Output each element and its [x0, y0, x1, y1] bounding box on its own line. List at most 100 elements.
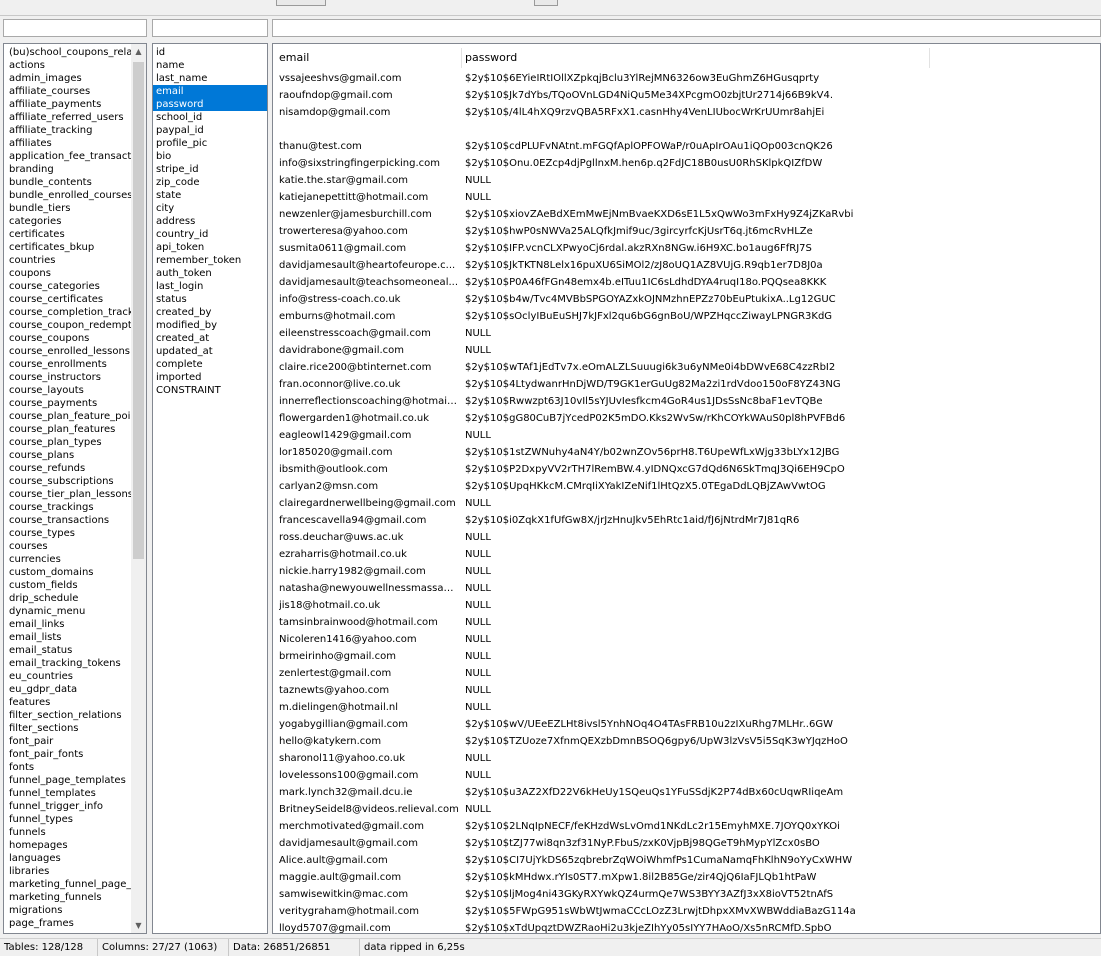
- column-list-item[interactable]: name: [153, 59, 267, 72]
- table-list-item[interactable]: bundle_tiers: [4, 202, 133, 215]
- email-cell[interactable]: taznewts@yahoo.com: [279, 682, 459, 699]
- email-cell[interactable]: natasha@newyouwellnessmassag...: [279, 580, 459, 597]
- email-cell[interactable]: lovelessons100@gmail.com: [279, 767, 459, 784]
- password-cell[interactable]: NULL: [465, 699, 1100, 716]
- password-cell[interactable]: NULL: [465, 597, 1100, 614]
- password-cell[interactable]: NULL: [465, 750, 1100, 767]
- column-list-item[interactable]: last_login: [153, 280, 267, 293]
- table-list-item[interactable]: features: [4, 696, 133, 709]
- table-list-item[interactable]: course_certificates: [4, 293, 133, 306]
- password-cell[interactable]: NULL: [465, 427, 1100, 444]
- table-list-item[interactable]: marketing_funnels: [4, 891, 133, 904]
- column-list-item[interactable]: api_token: [153, 241, 267, 254]
- password-cell[interactable]: $2y$10$gG80CuB7jYcedP02K5mDO.Kks2WvSw/rK…: [465, 410, 1100, 427]
- table-list-item[interactable]: (bu)school_coupons_relat: [4, 46, 133, 59]
- toolbar-button[interactable]: [276, 0, 326, 6]
- password-cell[interactable]: $2y$10$IFP.vcnCLXPwyoCj6rdal.akzRXn8NGw.…: [465, 240, 1100, 257]
- table-list-item[interactable]: affiliate_payments: [4, 98, 133, 111]
- password-cell[interactable]: $2y$10$TZUoze7XfnmQEXzbDmnBSOQ6gpy6/UpW3…: [465, 733, 1100, 750]
- password-cell[interactable]: $2y$10$hwP0sNWVa25ALQfkJmif9uc/3gircyrfc…: [465, 223, 1100, 240]
- column-list-item[interactable]: profile_pic: [153, 137, 267, 150]
- table-list-item[interactable]: funnel_types: [4, 813, 133, 826]
- table-list-item[interactable]: affiliate_courses: [4, 85, 133, 98]
- column-list-item[interactable]: created_at: [153, 332, 267, 345]
- table-list-item[interactable]: course_layouts: [4, 384, 133, 397]
- table-list-item[interactable]: funnel_page_templates: [4, 774, 133, 787]
- email-cell[interactable]: Nicoleren1416@yahoo.com: [279, 631, 459, 648]
- table-list-item[interactable]: course_plan_features: [4, 423, 133, 436]
- table-list-item[interactable]: filter_section_relations: [4, 709, 133, 722]
- email-cell[interactable]: sharonol11@yahoo.co.uk: [279, 750, 459, 767]
- password-cell[interactable]: $2y$10$ljMog4ni43GKyRXYwkQZ4urmQe7WS3BYY…: [465, 886, 1100, 903]
- password-cell[interactable]: NULL: [465, 767, 1100, 784]
- column-list-item[interactable]: city: [153, 202, 267, 215]
- table-list-item[interactable]: custom_domains: [4, 566, 133, 579]
- table-list-item[interactable]: funnels: [4, 826, 133, 839]
- table-list-item[interactable]: languages: [4, 852, 133, 865]
- table-list-item[interactable]: page_frames: [4, 917, 133, 930]
- email-cell[interactable]: m.dielingen@hotmail.nl: [279, 699, 459, 716]
- table-list-item[interactable]: course_enrolled_lessons: [4, 345, 133, 358]
- table-list-item[interactable]: affiliates: [4, 137, 133, 150]
- password-cell[interactable]: $2y$10$cdPLUFvNAtnt.mFGQfAplOPFOWaP/r0uA…: [465, 138, 1100, 155]
- password-cell[interactable]: $2y$10$UpqHKkcM.CMrqIiXYakIZeNif1lHtQzX5…: [465, 478, 1100, 495]
- email-cell[interactable]: eagleowl1429@gmail.com: [279, 427, 459, 444]
- email-cell[interactable]: ibsmith@outlook.com: [279, 461, 459, 478]
- table-list-item[interactable]: funnel_trigger_info: [4, 800, 133, 813]
- email-cell[interactable]: vssajeeshvs@gmail.com: [279, 70, 459, 87]
- column-list-item[interactable]: password: [153, 98, 267, 111]
- data-filter-input[interactable]: [272, 19, 1101, 37]
- email-cell[interactable]: hello@katykern.com: [279, 733, 459, 750]
- email-cell[interactable]: lor185020@gmail.com: [279, 444, 459, 461]
- column-list-item[interactable]: complete: [153, 358, 267, 371]
- column-list-item[interactable]: modified_by: [153, 319, 267, 332]
- email-cell[interactable]: fran.oconnor@live.co.uk: [279, 376, 459, 393]
- email-cell[interactable]: thanu@test.com: [279, 138, 459, 155]
- table-list-item[interactable]: fonts: [4, 761, 133, 774]
- email-cell[interactable]: davidrabone@gmail.com: [279, 342, 459, 359]
- column-list-item[interactable]: email: [153, 85, 267, 98]
- email-cell[interactable]: info@sixstringfingerpicking.com: [279, 155, 459, 172]
- password-cell[interactable]: NULL: [465, 580, 1100, 597]
- column-list-item[interactable]: id: [153, 46, 267, 59]
- password-cell[interactable]: $2y$10$P0A46fFGn48emx4b.eITuu1IC6sLdhdDY…: [465, 274, 1100, 291]
- email-cell[interactable]: BritneySeidel8@videos.relieval.com: [279, 801, 459, 818]
- table-list-item[interactable]: bundle_enrolled_courses: [4, 189, 133, 202]
- table-list-item[interactable]: funnel_templates: [4, 787, 133, 800]
- table-list-item[interactable]: course_subscriptions: [4, 475, 133, 488]
- table-list-item[interactable]: application_fee_transacti: [4, 150, 133, 163]
- toolbar-button[interactable]: [534, 0, 558, 6]
- password-cell[interactable]: $2y$10$6EYieIRtIOllXZpkqjBclu3YlRejMN632…: [465, 70, 1100, 87]
- password-cell[interactable]: $2y$10$xiovZAeBdXEmMwEjNmBvaeKXD6sE1L5xQ…: [465, 206, 1100, 223]
- password-cell[interactable]: NULL: [465, 172, 1100, 189]
- password-cell[interactable]: $2y$10$u3AZ2XfD22V6kHeUy1SQeuQs1YFuSSdjK…: [465, 784, 1100, 801]
- email-cell[interactable]: flowergarden1@hotmail.co.uk: [279, 410, 459, 427]
- table-list-item[interactable]: course_completion_trackir: [4, 306, 133, 319]
- table-list-item[interactable]: course_instructors: [4, 371, 133, 384]
- table-list-item[interactable]: course_coupon_redemptic: [4, 319, 133, 332]
- email-cell[interactable]: clairegardnerwellbeing@gmail.com: [279, 495, 459, 512]
- table-list-item[interactable]: currencies: [4, 553, 133, 566]
- password-cell[interactable]: NULL: [465, 546, 1100, 563]
- column-list-item[interactable]: imported: [153, 371, 267, 384]
- email-cell[interactable]: brmeirinho@gmail.com: [279, 648, 459, 665]
- password-cell[interactable]: $2y$10$2LNqIpNECF/feKHzdWsLvOmd1NKdLc2r1…: [465, 818, 1100, 835]
- column-list-item[interactable]: created_by: [153, 306, 267, 319]
- table-list-item[interactable]: categories: [4, 215, 133, 228]
- table-list-item[interactable]: course_plans: [4, 449, 133, 462]
- table-list-item[interactable]: actions: [4, 59, 133, 72]
- email-cell[interactable]: francescavella94@gmail.com: [279, 512, 459, 529]
- password-cell[interactable]: NULL: [465, 563, 1100, 580]
- table-list-item[interactable]: branding: [4, 163, 133, 176]
- password-cell[interactable]: $2y$10$/4lL4hXQ9rzvQBA5RFxX1.casnHhy4Ven…: [465, 104, 1100, 121]
- email-cell[interactable]: davidjamesault@teachsomeoneal...: [279, 274, 459, 291]
- table-list-item[interactable]: homepages: [4, 839, 133, 852]
- email-cell[interactable]: emburns@hotmail.com: [279, 308, 459, 325]
- password-cell[interactable]: $2y$10$P2DxpyVV2rTH7lRemBW.4.yIDNQxcG7dQ…: [465, 461, 1100, 478]
- table-list-item[interactable]: dynamic_menu: [4, 605, 133, 618]
- table-list-item[interactable]: course_tier_plan_lessons: [4, 488, 133, 501]
- table-list-item[interactable]: marketing_funnel_page_c: [4, 878, 133, 891]
- table-list-item[interactable]: custom_fields: [4, 579, 133, 592]
- table-list-item[interactable]: courses: [4, 540, 133, 553]
- column-list-item[interactable]: address: [153, 215, 267, 228]
